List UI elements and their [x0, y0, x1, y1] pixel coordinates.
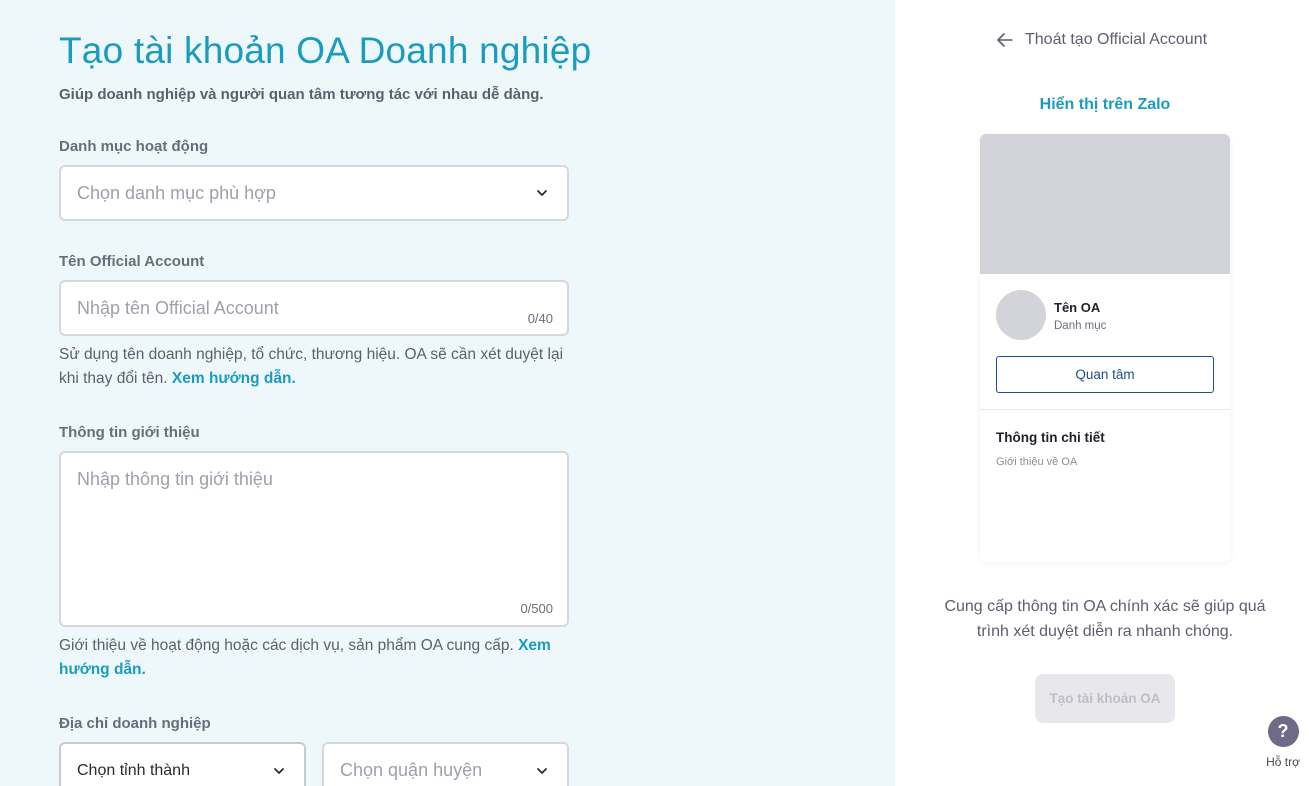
preview-title: Hiển thị trên Zalo [1039, 96, 1171, 113]
preview-panel: Thoát tạo Official Account Hiển thị trên… [895, 0, 1309, 786]
oa-name-input[interactable]: Nhập tên Official Account 0/40 [59, 280, 569, 336]
district-select[interactable]: Chọn quận huyện [322, 742, 569, 786]
oa-name-help: Sử dụng tên doanh nghiệp, tổ chức, thươn… [59, 343, 574, 391]
chevron-down-icon [537, 190, 547, 196]
divider [980, 409, 1230, 410]
support-widget[interactable]: ? Hỗ trợ [1261, 716, 1305, 769]
address-label: Địa chỉ doanh nghiệp [59, 715, 211, 732]
create-oa-button[interactable]: Tạo tài khoản OA [1035, 674, 1175, 723]
oa-name-label: Tên Official Account [59, 253, 205, 270]
form-panel: Tạo tài khoản OA Doanh nghiệp Giúp doanh… [0, 0, 895, 786]
help-icon[interactable]: ? [1267, 716, 1299, 747]
exit-label: Thoát tạo Official Account [1025, 31, 1208, 48]
oa-name-help-text: Sử dụng tên doanh nghiệp, tổ chức, thươn… [59, 346, 564, 387]
province-select[interactable]: Chọn tỉnh thành [59, 742, 306, 786]
preview-card: Tên OA Danh mục Quan tâm Thông tin chi t… [980, 134, 1230, 562]
follow-button[interactable]: Quan tâm [996, 356, 1214, 393]
preview-detail-sub: Giới thiệu về OA [996, 456, 1078, 468]
info-text: Cung cấp thông tin OA chính xác sẽ giúp … [944, 598, 1266, 640]
avatar [996, 290, 1046, 340]
intro-help-text: Giới thiệu về hoạt động hoặc các dịch vụ… [59, 637, 514, 654]
chevron-down-icon [274, 768, 284, 774]
oa-name-counter: 0/40 [527, 311, 553, 326]
preview-oa-name: Tên OA [1054, 300, 1101, 315]
intro-label: Thông tin giới thiệu [59, 424, 200, 441]
support-label: Hỗ trợ [1266, 755, 1300, 769]
preview-oa-category: Danh mục [1054, 320, 1107, 332]
page-title: Tạo tài khoản OA Doanh nghiệp [59, 30, 592, 71]
page-subtitle: Giúp doanh nghiệp và người quan tâm tươn… [59, 86, 544, 103]
preview-detail-title: Thông tin chi tiết [996, 430, 1105, 445]
chevron-down-icon [537, 768, 547, 774]
intro-textarea[interactable]: Nhập thông tin giới thiệu 0/500 [59, 451, 569, 627]
category-select[interactable]: Chọn danh mục phù hợp [59, 165, 569, 221]
province-value: Chọn tỉnh thành [77, 762, 190, 779]
intro-help: Giới thiệu về hoạt động hoặc các dịch vụ… [59, 634, 574, 682]
intro-placeholder: Nhập thông tin giới thiệu [77, 469, 273, 489]
category-label: Danh mục hoạt động [59, 138, 209, 155]
cover-image-placeholder [980, 134, 1230, 274]
district-placeholder: Chọn quận huyện [340, 760, 483, 780]
intro-counter: 0/500 [520, 601, 553, 616]
category-placeholder: Chọn danh mục phù hợp [77, 183, 276, 203]
arrow-left-icon [997, 33, 1013, 47]
oa-name-placeholder: Nhập tên Official Account [77, 298, 279, 318]
oa-name-guide-link[interactable]: Xem hướng dẫn. [172, 370, 296, 387]
exit-link[interactable]: Thoát tạo Official Account [995, 30, 1207, 50]
